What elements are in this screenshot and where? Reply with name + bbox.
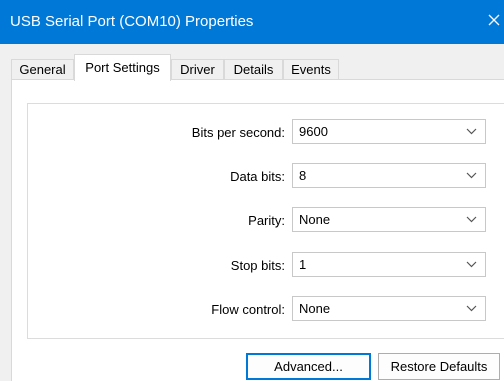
close-icon	[488, 14, 500, 26]
tab-strip: General Port Settings Driver Details Eve…	[0, 44, 504, 81]
stop-bits-label: Stop bits:	[230, 258, 285, 273]
flow-control-value: None	[299, 301, 331, 316]
restore-defaults-button[interactable]: Restore Defaults	[378, 353, 500, 380]
tab-events[interactable]: Events	[283, 59, 339, 80]
title-bar[interactable]: USB Serial Port (COM10) Properties	[0, 0, 504, 44]
parity-label: Parity:	[248, 213, 285, 228]
stop-bits-value: 1	[299, 257, 307, 272]
bits-per-second-value: 9600	[299, 124, 328, 139]
chevron-down-icon	[466, 261, 477, 268]
tab-driver[interactable]: Driver	[171, 59, 224, 80]
stop-bits-select[interactable]: 1	[292, 252, 486, 277]
flow-control-label: Flow control:	[211, 302, 285, 317]
parity-select[interactable]: None	[292, 207, 486, 232]
data-bits-label: Data bits:	[230, 169, 285, 184]
window-title: USB Serial Port (COM10) Properties	[10, 13, 254, 30]
close-button[interactable]	[484, 0, 504, 44]
properties-window: USB Serial Port (COM10) Properties Gener…	[0, 0, 504, 381]
data-bits-value: 8	[299, 168, 307, 183]
tab-port-settings[interactable]: Port Settings	[74, 54, 171, 81]
tab-general[interactable]: General	[11, 59, 74, 80]
data-bits-select[interactable]: 8	[292, 163, 486, 188]
bits-per-second-label: Bits per second:	[191, 125, 285, 140]
chevron-down-icon	[466, 172, 477, 179]
advanced-button[interactable]: Advanced...	[246, 353, 371, 380]
tab-details[interactable]: Details	[224, 59, 283, 80]
chevron-down-icon	[466, 305, 477, 312]
flow-control-select[interactable]: None	[292, 296, 486, 321]
chevron-down-icon	[466, 128, 477, 135]
bits-per-second-select[interactable]: 9600	[292, 119, 486, 144]
parity-value: None	[299, 212, 331, 227]
chevron-down-icon	[466, 216, 477, 223]
